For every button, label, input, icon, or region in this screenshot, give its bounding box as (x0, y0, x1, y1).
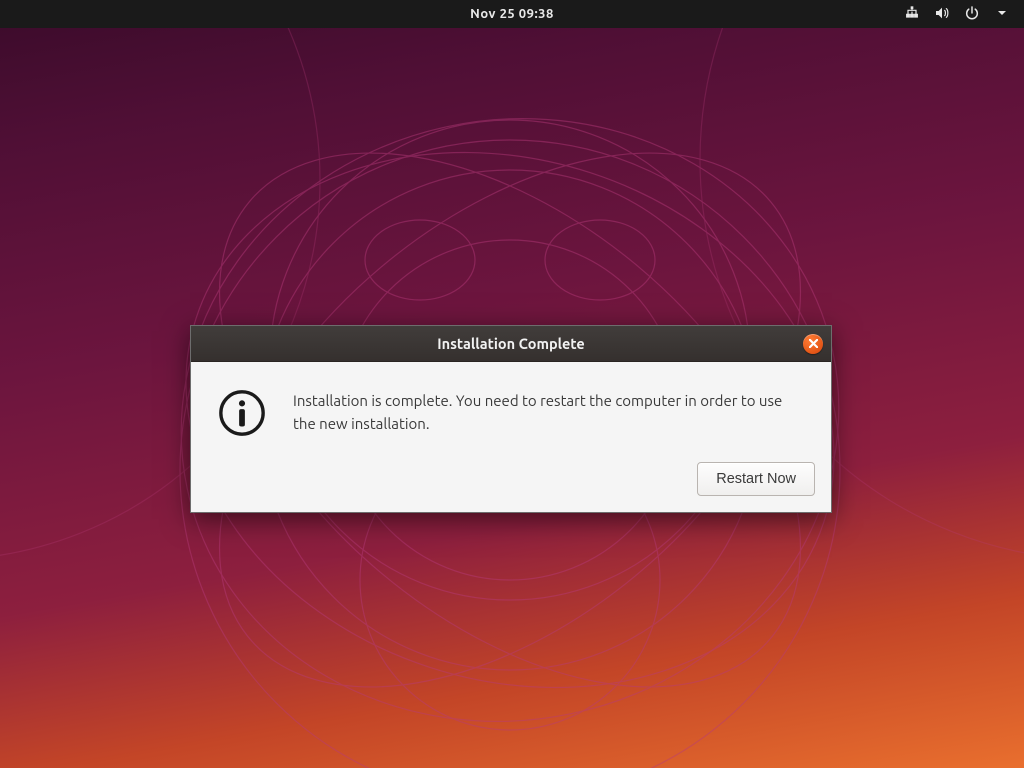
dropdown-caret-icon[interactable] (994, 5, 1010, 24)
dialog-message: Installation is complete. You need to re… (293, 388, 803, 435)
dialog-titlebar[interactable]: Installation Complete (191, 326, 831, 362)
installation-complete-dialog: Installation Complete Installation is co… (190, 325, 832, 513)
power-icon[interactable] (964, 5, 980, 24)
top-panel: Nov 25 09:38 (0, 0, 1024, 28)
clock[interactable]: Nov 25 09:38 (470, 7, 554, 21)
system-indicators[interactable] (904, 5, 1010, 24)
close-button[interactable] (803, 334, 823, 354)
dialog-footer: Restart Now (191, 458, 831, 512)
info-icon (217, 388, 267, 442)
volume-icon[interactable] (934, 5, 950, 24)
dialog-body: Installation is complete. You need to re… (191, 362, 831, 458)
restart-now-button[interactable]: Restart Now (697, 462, 815, 496)
dialog-title: Installation Complete (437, 335, 585, 352)
network-icon[interactable] (904, 5, 920, 24)
close-icon (809, 339, 818, 348)
